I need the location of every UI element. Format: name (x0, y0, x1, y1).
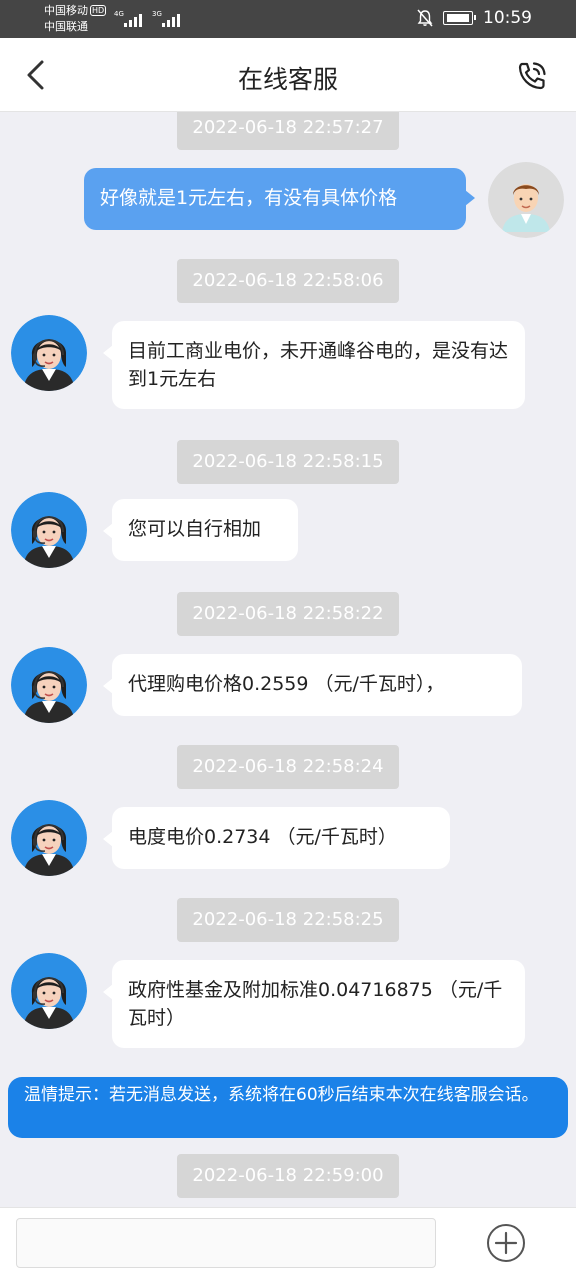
chat-area[interactable]: 2022-06-18 22:57:27 好像就是1元左右，有没有具体价格 202… (0, 112, 576, 1207)
agent-avatar (11, 492, 87, 568)
message-timestamp: 2022-06-18 22:58:24 (177, 745, 399, 789)
message-timestamp: 2022-06-18 22:58:22 (177, 592, 399, 636)
signal-4g-icon: 4G (114, 10, 144, 27)
network-label-4g: 4G (114, 10, 124, 18)
message-input[interactable] (16, 1218, 436, 1268)
agent-message-bubble: 您可以自行相加 (103, 499, 298, 561)
system-notice: 温情提示：若无消息发送，系统将在60秒后结束本次在线客服会话。 (8, 1077, 568, 1138)
message-timestamp: 2022-06-18 22:58:25 (177, 898, 399, 942)
signal-3g-icon: 3G (152, 10, 182, 27)
user-avatar (488, 162, 564, 238)
phone-call-icon[interactable] (516, 60, 548, 92)
agent-avatar (11, 800, 87, 876)
carrier-info: 中国移动 HD 中国联通 (44, 3, 107, 35)
agent-avatar (11, 647, 87, 723)
network-label-3g: 3G (152, 10, 162, 18)
status-bar: 中国移动 HD 中国联通 4G 3G 10:59 (0, 0, 576, 38)
message-timestamp: 2022-06-18 22:58:15 (177, 440, 399, 484)
status-right: 10:59 (417, 8, 532, 28)
status-time: 10:59 (483, 8, 532, 28)
page-title: 在线客服 (237, 65, 338, 94)
battery-icon (443, 11, 476, 25)
carrier-2: 中国联通 (44, 20, 88, 33)
message-timestamp: 2022-06-18 22:58:06 (177, 259, 399, 303)
plus-circle-icon[interactable] (486, 1223, 526, 1263)
input-bar (0, 1207, 576, 1280)
agent-message-bubble: 政府性基金及附加标准0.04716875 （元/千瓦时） (103, 960, 525, 1048)
hd-badge: HD (90, 5, 107, 16)
message-timestamp: 2022-06-18 22:59:00 (177, 1154, 399, 1198)
carrier-1: 中国移动 (44, 4, 88, 17)
agent-message-bubble: 目前工商业电价，未开通峰谷电的，是没有达到1元左右 (103, 321, 525, 409)
agent-avatar (11, 953, 87, 1029)
user-message-bubble: 好像就是1元左右，有没有具体价格 (84, 168, 475, 230)
bell-off-icon (417, 9, 433, 27)
header-bar: 在线客服 (0, 38, 576, 112)
agent-message-bubble: 代理购电价格0.2559 （元/千瓦时）， (103, 654, 522, 716)
signal-indicators: 4G 3G (114, 10, 182, 27)
agent-avatar (11, 315, 87, 391)
message-timestamp: 2022-06-18 22:57:27 (177, 112, 399, 150)
agent-message-bubble: 电度电价0.2734 （元/千瓦时） (103, 807, 450, 869)
